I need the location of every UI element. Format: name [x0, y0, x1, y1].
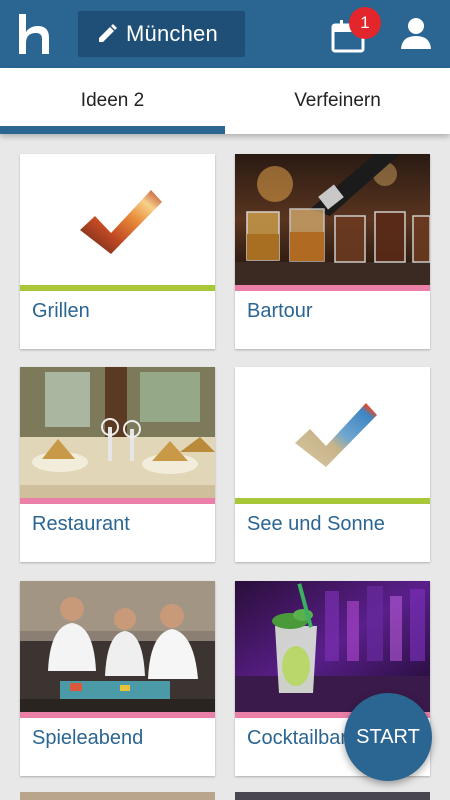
idea-card-bartour[interactable]: Bartour — [235, 154, 430, 349]
cocktailbar-image — [235, 581, 430, 712]
card-label: Restaurant — [32, 513, 130, 535]
top-bar: München 1 — [0, 0, 450, 68]
checkmark-icon — [80, 190, 162, 254]
active-tab-indicator — [0, 126, 225, 134]
tab-bar: Ideen 2 Verfeinern — [0, 68, 450, 134]
card-label: See und Sonne — [247, 513, 385, 535]
see-und-sonne-image — [235, 367, 430, 498]
spieleabend-image — [20, 581, 215, 712]
card-label: Cocktailbar — [247, 727, 348, 749]
idea-card-restaurant[interactable]: Restaurant — [20, 367, 215, 562]
tab-ideen[interactable]: Ideen 2 — [0, 68, 225, 134]
tab-verfeinern[interactable]: Verfeinern — [225, 68, 450, 134]
user-icon[interactable] — [399, 16, 433, 50]
card-accent-stripe — [235, 498, 430, 504]
city-selector-button[interactable]: München — [78, 11, 245, 57]
card-accent-stripe — [20, 498, 215, 504]
logo-h-icon[interactable] — [14, 10, 54, 58]
grillen-image — [20, 154, 215, 285]
idea-card-see-und-sonne[interactable]: See und Sonne — [235, 367, 430, 562]
start-button[interactable]: START — [344, 693, 432, 781]
card-accent-stripe — [20, 285, 215, 291]
card-label: Grillen — [32, 300, 90, 322]
checkmark-icon — [295, 403, 377, 467]
next-card-peek — [235, 792, 430, 800]
idea-card-grillen[interactable]: Grillen — [20, 154, 215, 349]
pencil-icon — [99, 24, 117, 42]
card-accent-stripe — [235, 285, 430, 291]
card-label: Spieleabend — [32, 727, 144, 749]
restaurant-image — [20, 367, 215, 498]
bartour-image — [235, 154, 430, 285]
city-label: München — [126, 21, 218, 46]
idea-card-spieleabend[interactable]: Spieleabend — [20, 581, 215, 776]
card-accent-stripe — [20, 712, 215, 718]
card-label: Bartour — [247, 300, 313, 322]
next-card-peek — [20, 792, 215, 800]
notification-badge: 1 — [349, 7, 381, 39]
